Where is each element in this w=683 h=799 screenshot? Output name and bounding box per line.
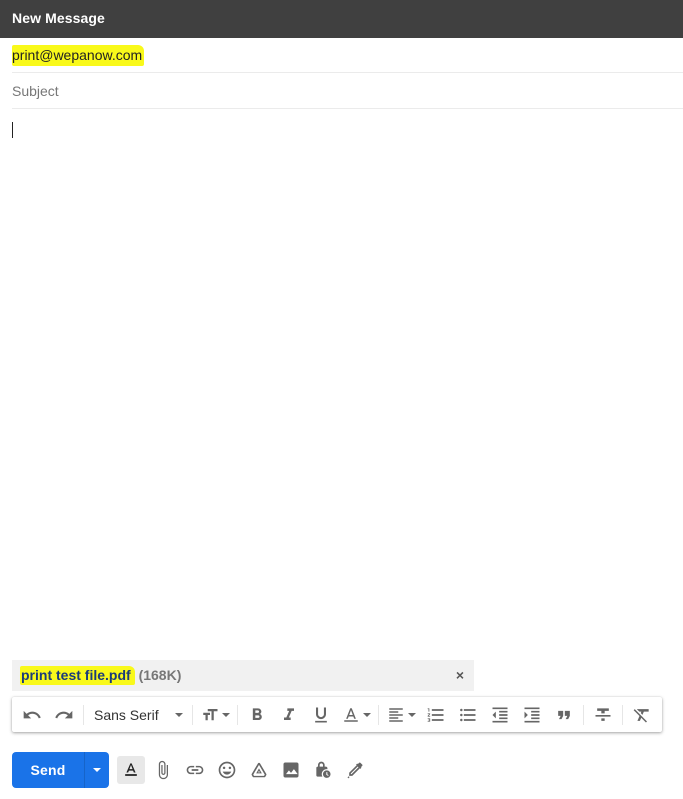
to-field[interactable]: print@wepanow.com (12, 37, 683, 73)
numbered-list-button[interactable] (420, 701, 452, 729)
toolbar-divider (192, 704, 193, 725)
message-body[interactable] (12, 112, 671, 652)
text-format-icon (125, 763, 137, 776)
quote-icon (558, 710, 570, 719)
indent-less-button[interactable] (484, 701, 516, 729)
attachment-size: (168K) (138, 667, 182, 683)
clear-formatting-icon (633, 708, 649, 722)
toolbar-divider (583, 704, 584, 725)
quote-button[interactable] (548, 701, 580, 729)
bulleted-list-button[interactable] (452, 701, 484, 729)
link-icon (186, 765, 204, 775)
bold-button[interactable] (241, 701, 273, 729)
formatting-options-button[interactable] (117, 756, 145, 784)
attach-files-button[interactable] (149, 756, 177, 784)
subject-field[interactable] (12, 73, 683, 109)
toolbar-divider (83, 704, 84, 725)
numbered-list-icon (427, 707, 444, 722)
lock-clock-icon (316, 761, 331, 778)
attachment-chip[interactable]: print test file.pdf (168K) × (12, 660, 474, 691)
align-left-icon (388, 707, 403, 722)
font-select-value: Sans Serif (94, 706, 159, 723)
confidential-mode-button[interactable] (309, 756, 337, 784)
paperclip-icon (158, 760, 168, 780)
insert-drive-button[interactable] (245, 756, 273, 784)
text-size-icon (202, 708, 217, 720)
bulleted-list-icon (460, 708, 476, 721)
chevron-down-icon (362, 712, 371, 717)
drive-icon (251, 762, 267, 778)
italic-icon (284, 707, 294, 720)
recipient-chip[interactable]: print@wepanow.com (12, 45, 145, 66)
remove-formatting-button[interactable] (626, 701, 658, 729)
insert-emoji-button[interactable] (213, 756, 241, 784)
indent-more-button[interactable] (516, 701, 548, 729)
font-size-button[interactable] (196, 701, 234, 729)
toolbar-divider (622, 704, 623, 725)
send-options-button[interactable] (84, 752, 109, 788)
formatting-toolbar: Sans Serif (12, 697, 662, 732)
insert-photo-button[interactable] (277, 756, 305, 784)
bold-icon (252, 707, 262, 720)
subject-input[interactable] (12, 74, 683, 108)
photo-icon (283, 762, 299, 778)
toolbar-divider (378, 704, 379, 725)
undo-button[interactable] (16, 701, 48, 729)
font-select[interactable]: Sans Serif (87, 701, 189, 729)
text-color-button[interactable] (337, 701, 375, 729)
chevron-down-icon (221, 712, 230, 717)
chevron-down-icon (93, 768, 101, 772)
chevron-down-icon (407, 712, 416, 717)
indent-more-icon (524, 707, 540, 722)
insert-link-button[interactable] (181, 756, 209, 784)
text-color-icon (343, 707, 358, 722)
redo-icon (55, 710, 73, 718)
undo-icon (23, 710, 41, 718)
align-button[interactable] (382, 701, 420, 729)
text-cursor (12, 122, 13, 138)
italic-button[interactable] (273, 701, 305, 729)
emoji-icon (218, 761, 236, 779)
attachment-name[interactable]: print test file.pdf (20, 666, 135, 685)
compose-actions: Send (12, 752, 369, 788)
remove-attachment-button[interactable]: × (452, 660, 468, 691)
send-button[interactable]: Send (12, 752, 84, 788)
insert-signature-button[interactable] (341, 756, 369, 784)
indent-less-icon (492, 707, 508, 722)
chevron-down-icon (175, 712, 183, 717)
toolbar-divider (237, 704, 238, 725)
underline-button[interactable] (305, 701, 337, 729)
underline-icon (315, 707, 327, 722)
send-button-group: Send (12, 752, 109, 788)
compose-header[interactable]: New Message (0, 0, 683, 38)
pen-icon (347, 762, 363, 779)
strikethrough-button[interactable] (587, 701, 619, 729)
redo-button[interactable] (48, 701, 80, 729)
strikethrough-icon (595, 707, 611, 721)
compose-title: New Message (12, 10, 105, 26)
